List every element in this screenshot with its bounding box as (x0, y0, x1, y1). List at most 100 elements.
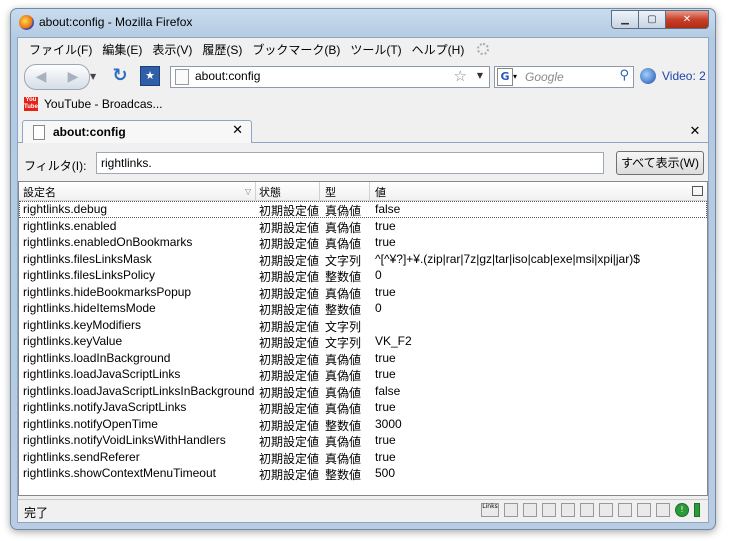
table-row[interactable]: rightlinks.keyModifiers 初期設定値 文字列 (19, 317, 707, 334)
pref-type: 真偽値 (325, 369, 362, 383)
reload-icon[interactable]: ↻ (110, 66, 130, 86)
tab-close-icon[interactable]: ✕ (232, 123, 243, 138)
table-row[interactable]: rightlinks.notifyOpenTime 初期設定値 整数値 3000 (19, 416, 707, 433)
pref-type: 整数値 (325, 418, 362, 433)
column-separator[interactable] (255, 182, 256, 200)
pref-type: 整数値 (325, 270, 362, 284)
menu-help[interactable]: ヘルプ(H) (407, 41, 470, 58)
engine-dropdown-icon[interactable]: ▾ (513, 72, 517, 81)
filter-row: フィルタ(I): rightlinks. すべて表示(W) (18, 151, 708, 177)
filter-label: フィルタ(I): (24, 159, 87, 173)
pref-name: rightlinks.loadJavaScriptLinks (23, 367, 181, 381)
column-separator[interactable] (319, 182, 320, 200)
firefox-window: about:config - Mozilla Firefox ▁ ▢ ✕ ファイ… (10, 8, 716, 530)
menu-bar: ファイル(F) 編集(E) 表示(V) 履歴(S) ブックマーク(B) ツール(… (18, 38, 708, 60)
print-icon[interactable] (542, 503, 556, 517)
search-magnifier-icon[interactable]: ⚲ (619, 68, 629, 83)
bookmark-youtube[interactable]: YouTube - Broadcas... (44, 97, 163, 111)
save-icon[interactable] (561, 503, 575, 517)
menu-history[interactable]: 履歴(S) (197, 41, 247, 58)
menu-file[interactable]: ファイル(F) (24, 41, 97, 58)
back-arrow-icon[interactable]: ◀ (25, 69, 57, 85)
pref-value: true (375, 433, 396, 447)
table-row[interactable]: rightlinks.keyValue 初期設定値 文字列 VK_F2 (19, 333, 707, 350)
table-row[interactable]: rightlinks.notifyVoidLinksWithHandlers 初期… (19, 432, 707, 449)
printer-icon[interactable] (580, 503, 594, 517)
table-row[interactable]: rightlinks.hideItemsMode 初期設定値 整数値 0 (19, 300, 707, 317)
pref-name: rightlinks.keyValue (23, 334, 123, 348)
navigation-toolbar: ◀ ▶ ▼ ↻ ★ about:config ☆ ▼ G ▾ Google ⚲ … (18, 60, 708, 92)
column-header-value[interactable]: 値 (375, 184, 386, 200)
table-row[interactable]: rightlinks.filesLinksMask 初期設定値 文字列 ^[^¥?]+… (19, 251, 707, 268)
column-header-name[interactable]: 設定名 (23, 184, 56, 200)
column-header-status[interactable]: 状態 (259, 184, 281, 200)
back-forward-group: ◀ ▶ (24, 64, 90, 90)
table-row[interactable]: rightlinks.filesLinksPolicy 初期設定値 整数値 0 (19, 267, 707, 284)
pref-status: 初期設定値 (259, 286, 320, 301)
google-engine-icon[interactable]: G (497, 68, 513, 86)
table-row[interactable]: rightlinks.hideBookmarksPopup 初期設定値 真偽値 tru… (19, 284, 707, 301)
column-header-type[interactable]: 型 (325, 184, 336, 200)
search-placeholder[interactable]: Google (525, 70, 564, 84)
pref-type: 真偽値 (325, 352, 362, 367)
chart-icon[interactable] (637, 503, 651, 517)
status-ok-icon[interactable]: ! (675, 503, 689, 517)
table-row[interactable]: rightlinks.loadInBackground 初期設定値 真偽値 true (19, 350, 707, 367)
pencil-icon[interactable] (523, 503, 537, 517)
page-info-icon[interactable] (504, 503, 518, 517)
menu-edit[interactable]: 編集(E) (97, 41, 147, 58)
pref-name: rightlinks.enabled (23, 218, 117, 233)
window-title: about:config - Mozilla Firefox (39, 15, 193, 29)
menu-bookmarks[interactable]: ブックマーク(B) (247, 41, 345, 58)
note-icon[interactable] (618, 503, 632, 517)
pref-name: rightlinks.enabledOnBookmarks (23, 235, 193, 249)
pref-status: 初期設定値 (259, 270, 320, 284)
pref-type: 文字列 (325, 253, 362, 268)
menu-tools[interactable]: ツール(T) (345, 41, 406, 58)
table-row[interactable]: rightlinks.enabledOnBookmarks 初期設定値 真偽値 tru… (19, 234, 707, 251)
pref-value: true (375, 350, 396, 365)
table-row[interactable]: rightlinks.loadJavaScriptLinks 初期設定値 真偽値 tr… (19, 366, 707, 383)
column-separator[interactable] (369, 182, 370, 200)
pref-name: rightlinks.showContextMenuTimeout (23, 466, 216, 480)
minimize-button[interactable]: ▁ (611, 10, 639, 29)
table-row[interactable]: rightlinks.sendReferer 初期設定値 真偽値 true (19, 449, 707, 466)
close-tab-button[interactable]: ✕ (686, 124, 704, 140)
pref-value: ^[^¥?]+¥.(zip|rar|7z|gz|tar|iso|cab|exe|… (375, 251, 640, 266)
pref-type: 真偽値 (325, 385, 362, 400)
filter-value[interactable]: rightlinks. (101, 156, 152, 170)
title-bar[interactable]: about:config - Mozilla Firefox ▁ ▢ ✕ (11, 9, 715, 37)
table-row[interactable]: rightlinks.showContextMenuTimeout 初期設定値 整数… (19, 465, 707, 482)
tools-icon[interactable] (656, 503, 670, 517)
bookmark-star-button[interactable]: ★ (140, 66, 160, 86)
url-text[interactable]: about:config (195, 69, 260, 83)
video-addon-button[interactable]: Video: 2 (640, 68, 706, 84)
sort-arrow-icon: ▽ (245, 187, 252, 196)
close-window-button[interactable]: ✕ (665, 10, 709, 29)
pref-type: 真偽値 (325, 286, 362, 301)
search-box[interactable]: G ▾ Google ⚲ (494, 66, 634, 88)
column-picker-icon[interactable] (692, 186, 703, 196)
links-hand-icon[interactable]: Links (481, 503, 499, 517)
menu-view[interactable]: 表示(V) (147, 41, 197, 58)
url-dropdown-icon[interactable]: ▼ (477, 71, 483, 80)
pref-type: 整数値 (325, 468, 362, 482)
pref-type: 文字列 (325, 336, 362, 350)
table-row[interactable]: rightlinks.notifyJavaScriptLinks 初期設定値 真偽値… (19, 399, 707, 416)
table-row[interactable]: rightlinks.loadJavaScriptLinksInBackgrou… (19, 383, 707, 400)
tab-label: about:config (53, 125, 126, 139)
pref-status: 初期設定値 (259, 204, 320, 218)
refresh-icon[interactable] (599, 503, 613, 517)
table-row[interactable]: rightlinks.enabled 初期設定値 真偽値 true (19, 218, 707, 235)
pref-type: 真偽値 (325, 237, 362, 251)
table-row[interactable]: rightlinks.debug 初期設定値 真偽値 false (19, 201, 707, 218)
filter-input[interactable]: rightlinks. (96, 152, 604, 174)
star-icon[interactable]: ☆ (454, 67, 467, 85)
forward-arrow-icon[interactable]: ▶ (57, 69, 89, 85)
tab-about-config[interactable]: about:config ✕ (22, 120, 252, 143)
show-all-button[interactable]: すべて表示(W) (616, 151, 704, 175)
pref-status: 初期設定値 (259, 369, 320, 383)
maximize-button[interactable]: ▢ (638, 10, 666, 29)
url-bar[interactable]: about:config ☆ ▼ (170, 66, 490, 88)
history-dropdown-icon[interactable]: ▼ (90, 72, 96, 81)
